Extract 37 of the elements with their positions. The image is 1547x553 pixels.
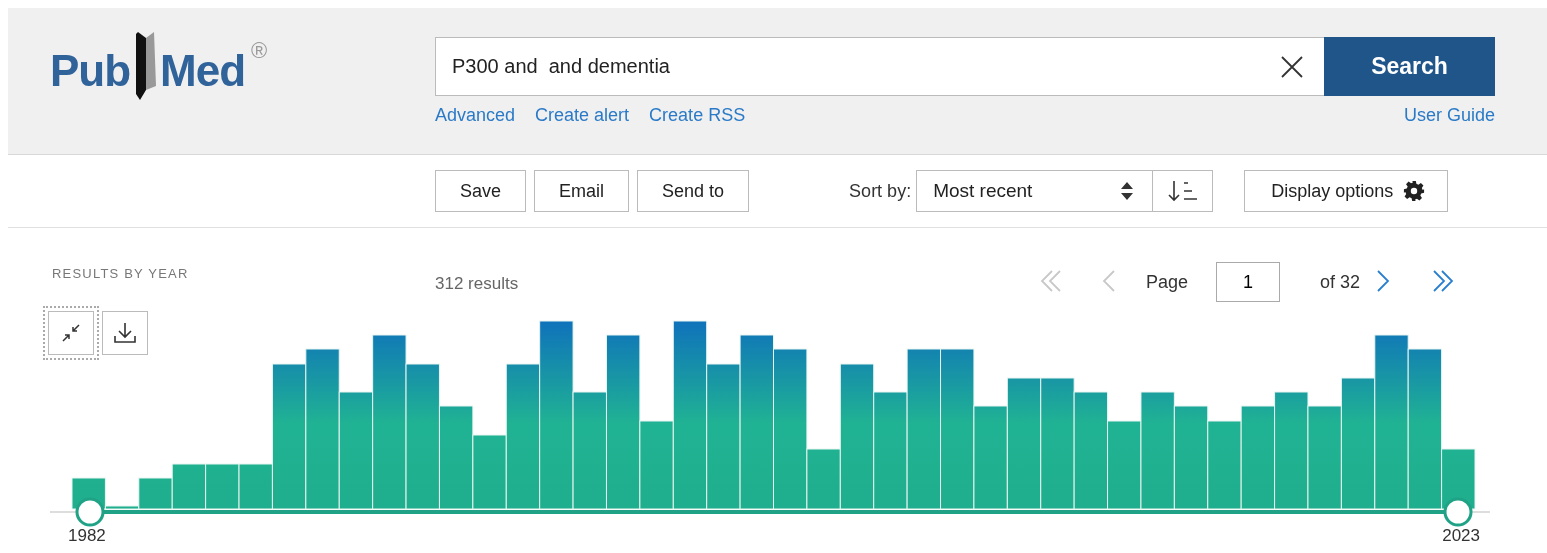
sort-arrows-icon bbox=[1120, 181, 1135, 201]
logo-text: Pub bbox=[50, 46, 131, 96]
search-link[interactable]: Advanced bbox=[435, 105, 516, 126]
page-total: of 32 bbox=[1320, 271, 1361, 293]
download-icon bbox=[113, 321, 137, 345]
slider-handle[interactable] bbox=[75, 497, 105, 527]
collapse-icon bbox=[60, 322, 82, 344]
sort-order-icon bbox=[1166, 179, 1199, 203]
clear-button[interactable] bbox=[1260, 37, 1324, 96]
search-button[interactable]: Search bbox=[1324, 37, 1495, 96]
settings-icon bbox=[1403, 180, 1426, 202]
search-link[interactable]: Create RSS bbox=[649, 105, 746, 126]
action-button[interactable]: Send to bbox=[637, 170, 750, 212]
end-year-label: 2023 bbox=[1442, 526, 1480, 546]
timeline-track bbox=[49, 511, 77, 513]
close-icon bbox=[1280, 54, 1304, 79]
timeline-track bbox=[1471, 511, 1491, 513]
histogram-bar bbox=[171, 463, 207, 510]
page-number-field[interactable]: 1 bbox=[1216, 262, 1281, 302]
slider-handle[interactable] bbox=[1443, 497, 1473, 527]
sort-dropdown[interactable]: Most recent bbox=[916, 170, 1154, 212]
action-button[interactable]: Email bbox=[534, 170, 630, 212]
page-label: Page bbox=[1146, 271, 1189, 293]
action-button[interactable]: Save bbox=[435, 170, 527, 212]
sort-order-button[interactable] bbox=[1153, 170, 1214, 212]
user-guide-link[interactable]: User Guide bbox=[1403, 105, 1495, 126]
download-button[interactable] bbox=[102, 311, 148, 355]
sort-label: Sort by: bbox=[849, 180, 912, 202]
display-options-button[interactable]: Display options bbox=[1244, 170, 1449, 212]
search-field[interactable]: P300 and and dementia bbox=[435, 37, 1260, 96]
results-count: 312 results bbox=[435, 274, 519, 294]
histogram-bar bbox=[205, 463, 240, 510]
logo-text: Med bbox=[160, 46, 246, 96]
results-by-year-heading: RESULTS BY YEAR bbox=[52, 265, 190, 281]
registered-mark: ® bbox=[251, 38, 268, 64]
search-link[interactable]: Create alert bbox=[535, 105, 630, 126]
start-year-label: 1982 bbox=[68, 526, 106, 546]
